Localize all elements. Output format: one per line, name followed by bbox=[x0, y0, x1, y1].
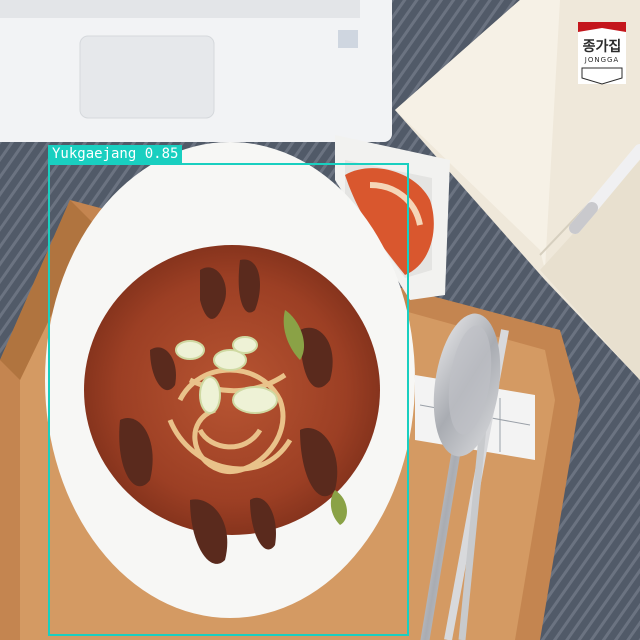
detection-bounding-box bbox=[48, 163, 409, 636]
detection-label: Yukgaejang 0.85 bbox=[48, 145, 183, 163]
logo-english-text: JONGGA bbox=[584, 56, 620, 64]
logo-korean-text: 종가집 bbox=[582, 39, 622, 55]
laptop bbox=[0, 0, 392, 142]
